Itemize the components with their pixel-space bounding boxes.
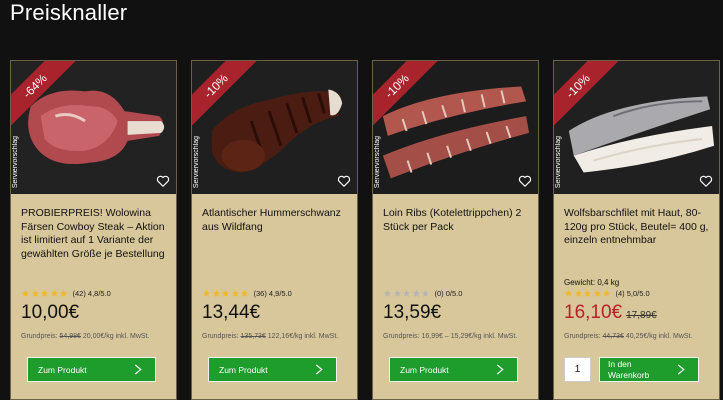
star-icon [40, 289, 49, 297]
star-icon [393, 289, 401, 297]
star-icon [583, 289, 592, 297]
product-rating: (42) 4,8/5.0 [21, 289, 111, 298]
rating-text: (0) 0/5.0 [434, 289, 463, 298]
rating-text: (42) 4,8/5.0 [72, 289, 111, 298]
product-card[interactable]: -10% Serviervorschlag Loin Ribs (Kotelet… [372, 60, 539, 400]
rating-stars [202, 289, 250, 298]
to-product-button[interactable]: Zum Produkt [208, 357, 337, 382]
rating-stars [564, 289, 612, 298]
star-icon [21, 289, 30, 297]
to-product-button[interactable]: Zum Produkt [389, 357, 518, 382]
chevron-right-icon [134, 364, 142, 375]
heart-icon[interactable] [699, 174, 713, 188]
star-icon [31, 289, 39, 297]
product-price: 13,44€ [202, 302, 261, 323]
star-icon [593, 289, 601, 297]
button-label: Zum Produkt [400, 364, 449, 375]
product-rating: (0) 0/5.0 [383, 289, 462, 298]
base-price: Grundpreis: 44,73€ 40,25€/kg inkl. MwSt. [564, 333, 693, 340]
product-price: 10,00€ [21, 302, 80, 323]
product-price: 13,59€ [383, 302, 442, 323]
star-icon [402, 289, 411, 297]
star-icon [602, 289, 611, 297]
quantity-input[interactable]: 1 [564, 357, 591, 382]
star-icon [421, 289, 430, 297]
base-price: Grundpreis: 135,73€ 122,16€/kg inkl. MwS… [202, 333, 339, 340]
serving-label: Serviervorschlag [193, 135, 200, 188]
star-icon [212, 289, 220, 297]
heart-icon[interactable] [337, 174, 351, 188]
serving-label: Serviervorschlag [12, 135, 19, 188]
star-icon [202, 289, 211, 297]
rating-stars [383, 289, 431, 298]
chevron-right-icon [315, 364, 323, 375]
heart-icon[interactable] [156, 174, 170, 188]
product-image[interactable]: -10% Serviervorschlag [192, 61, 357, 194]
base-price: Grundpreis: 54,98€ 20,00€/kg inkl. MwSt. [21, 333, 150, 340]
product-rating: (4) 5,0/5.0 [564, 289, 650, 298]
product-image[interactable]: -10% Serviervorschlag [554, 61, 719, 194]
old-price: 17,89€ [626, 310, 657, 321]
star-icon [221, 289, 230, 297]
star-icon [231, 289, 239, 297]
product-price: 16,10€ 17,89€ [564, 302, 657, 323]
product-title[interactable]: PROBIERPREIS! Wolowina Färsen Cowboy Ste… [21, 207, 169, 261]
base-price: Grundpreis: 16,99€ – 15,29€/kg inkl. MwS… [383, 333, 518, 340]
button-label: Zum Produkt [38, 364, 87, 375]
serving-label: Serviervorschlag [374, 135, 381, 188]
chevron-right-icon [677, 364, 685, 375]
product-image[interactable]: -10% Serviervorschlag [373, 61, 538, 194]
product-card[interactable]: -10% Serviervorschlag Atlantischer Humme… [191, 60, 358, 400]
product-title[interactable]: Atlantischer Hummerschwanz aus Wildfang [202, 207, 350, 234]
product-card[interactable]: -64% Serviervorschlag PROBIERPREIS! Wolo… [10, 60, 177, 400]
section-title: Preisknaller [10, 0, 128, 25]
product-rating: (36) 4,9/5.0 [202, 289, 292, 298]
product-weight: Gewicht: 0,4 kg [564, 278, 620, 287]
star-icon [240, 289, 249, 297]
to-product-button[interactable]: Zum Produkt [27, 357, 156, 382]
button-label: In den Warenkorb [608, 358, 650, 380]
chevron-right-icon [496, 364, 504, 375]
star-icon [564, 289, 573, 297]
button-label: Zum Produkt [219, 364, 268, 375]
star-icon [574, 289, 582, 297]
product-image[interactable]: -64% Serviervorschlag [11, 61, 176, 194]
star-icon [412, 289, 420, 297]
add-to-cart-button[interactable]: In den Warenkorb [599, 357, 699, 382]
star-icon [383, 289, 392, 297]
heart-icon[interactable] [518, 174, 532, 188]
product-title[interactable]: Wolfsbarschfilet mit Haut, 80-120g pro S… [564, 207, 712, 248]
rating-stars [21, 289, 69, 298]
serving-label: Serviervorschlag [555, 135, 562, 188]
star-icon [59, 289, 68, 297]
product-title[interactable]: Loin Ribs (Kotelettrippchen) 2 Stück per… [383, 207, 531, 234]
product-card[interactable]: -10% Serviervorschlag Wolfsbarschfilet m… [553, 60, 720, 400]
rating-text: (4) 5,0/5.0 [615, 289, 650, 298]
star-icon [50, 289, 58, 297]
rating-text: (36) 4,9/5.0 [253, 289, 292, 298]
